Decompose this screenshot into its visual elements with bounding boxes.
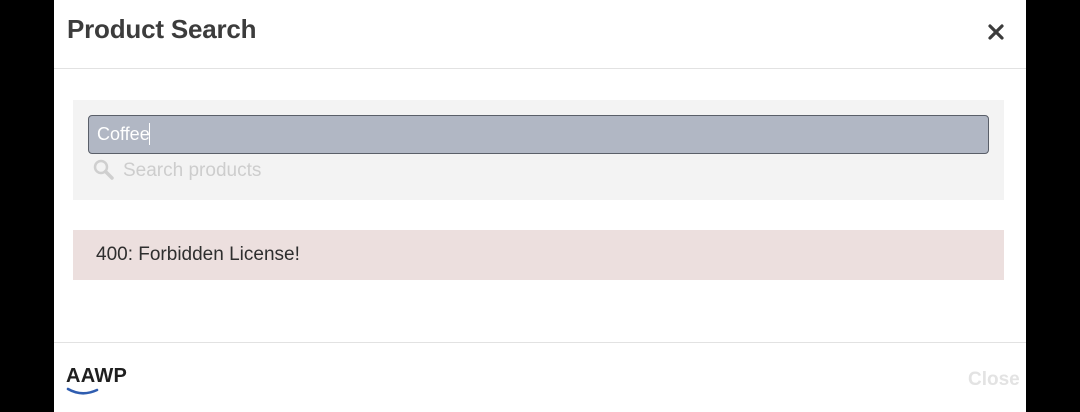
search-placeholder: Search products (123, 160, 262, 181)
text-cursor (149, 123, 150, 145)
close-icon[interactable] (984, 20, 1008, 44)
logo-smile-icon (66, 387, 99, 395)
modal-footer: AAWP Close (54, 342, 1026, 412)
search-panel: Search products (73, 100, 1004, 200)
product-search-modal: Product Search Search products 400: Forb… (54, 0, 1026, 412)
close-button[interactable]: Close (968, 369, 1020, 391)
aawp-logo: AAWP (66, 365, 132, 397)
search-input[interactable] (88, 115, 989, 154)
search-icon (93, 159, 114, 180)
error-message: 400: Forbidden License! (96, 244, 300, 265)
error-alert: 400: Forbidden License! (73, 230, 1004, 280)
aawp-logo-text: AAWP (66, 365, 128, 387)
modal-title: Product Search (67, 14, 257, 44)
modal-header: Product Search (54, 0, 1026, 69)
